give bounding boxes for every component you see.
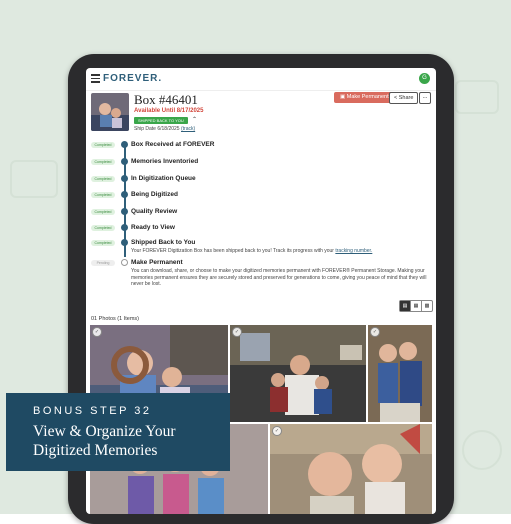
status-pill: Completed <box>91 142 115 148</box>
background-decoration <box>462 430 502 470</box>
step-description: Your FOREVER Digitization Box has been s… <box>131 248 431 255</box>
step-dot <box>121 224 128 231</box>
menu-icon[interactable] <box>91 74 100 83</box>
view-toggle: ▤ ▦ ▩ <box>399 300 433 312</box>
ship-date-label: Ship Date 6/18/2025 <box>134 126 180 132</box>
step-label: In Digitization Queue <box>131 175 196 182</box>
banner-subtitle: BONUS STEP 32 <box>33 405 152 417</box>
background-decoration <box>455 80 499 114</box>
app-logo[interactable]: FOREVER. <box>103 73 162 84</box>
avatar[interactable]: G <box>419 73 430 84</box>
chevron-up-icon[interactable]: ⌃ <box>192 116 197 123</box>
list-view-icon[interactable]: ▤ <box>400 301 411 311</box>
step-dot <box>121 158 128 165</box>
status-pill: Completed <box>91 225 115 231</box>
select-check-icon[interactable]: ✓ <box>92 327 102 337</box>
ship-date: Ship Date 6/18/2025 (track) <box>134 126 195 132</box>
status-badge: SHIPPED BACK TO YOU <box>134 117 188 124</box>
share-icon: < <box>394 95 398 101</box>
status-pill: Completed <box>91 159 115 165</box>
make-permanent-button[interactable]: ▣ Make Permanent <box>334 92 395 103</box>
banner-title: View & Organize Your Digitized Memories <box>33 423 176 459</box>
step-label: Being Digitized <box>131 191 178 198</box>
step-label: Box Received at FOREVER <box>131 141 215 148</box>
status-pill: Completed <box>91 240 115 246</box>
step-dot <box>121 191 128 198</box>
photo-tile[interactable]: ✓ <box>230 325 366 422</box>
share-label: Share <box>398 95 414 101</box>
bonus-step-banner: BONUS STEP 32 View & Organize Your Digit… <box>6 393 230 471</box>
step-label: Make Permanent <box>131 259 183 266</box>
step-dot <box>121 141 128 148</box>
more-options-button[interactable]: ... <box>419 92 431 104</box>
step-dot <box>121 259 128 266</box>
background-decoration <box>10 160 58 198</box>
step-label: Quality Review <box>131 208 178 215</box>
step-dot <box>121 208 128 215</box>
photo-tile[interactable]: ✓ <box>270 424 432 514</box>
step-description-text: Your FOREVER Digitization Box has been s… <box>131 248 334 254</box>
tracking-number-link[interactable]: tracking number. <box>335 248 372 254</box>
step-dot <box>121 175 128 182</box>
select-check-icon[interactable]: ✓ <box>272 426 282 436</box>
archive-icon: ▣ <box>340 94 346 100</box>
status-pill: Completed <box>91 176 115 182</box>
select-check-icon[interactable]: ✓ <box>370 327 380 337</box>
photo-tile[interactable]: ✓ <box>368 325 432 422</box>
available-until: Available Until 8/17/2025 <box>134 108 204 114</box>
box-title: Box #46401 <box>134 92 198 107</box>
step-label: Ready to View <box>131 224 175 231</box>
step-label: Memories Inventoried <box>131 158 199 165</box>
photos-count: 01 Photos (1 Items) <box>91 316 139 322</box>
top-bar: FOREVER. G <box>86 68 436 91</box>
step-dot <box>121 239 128 246</box>
large-grid-view-icon[interactable]: ▩ <box>422 301 432 311</box>
step-description: You can download, share, or choose to ma… <box>131 268 427 287</box>
make-permanent-label: Make Permanent <box>346 94 389 100</box>
status-pill: Pending <box>91 260 115 266</box>
status-pill: Completed <box>91 209 115 215</box>
select-check-icon[interactable]: ✓ <box>232 327 242 337</box>
track-link[interactable]: (track) <box>181 126 195 132</box>
grid-view-icon[interactable]: ▦ <box>411 301 422 311</box>
box-thumbnail <box>91 93 129 131</box>
status-pill: Completed <box>91 192 115 198</box>
step-label: Shipped Back to You <box>131 239 196 246</box>
share-button[interactable]: < Share <box>389 92 419 104</box>
